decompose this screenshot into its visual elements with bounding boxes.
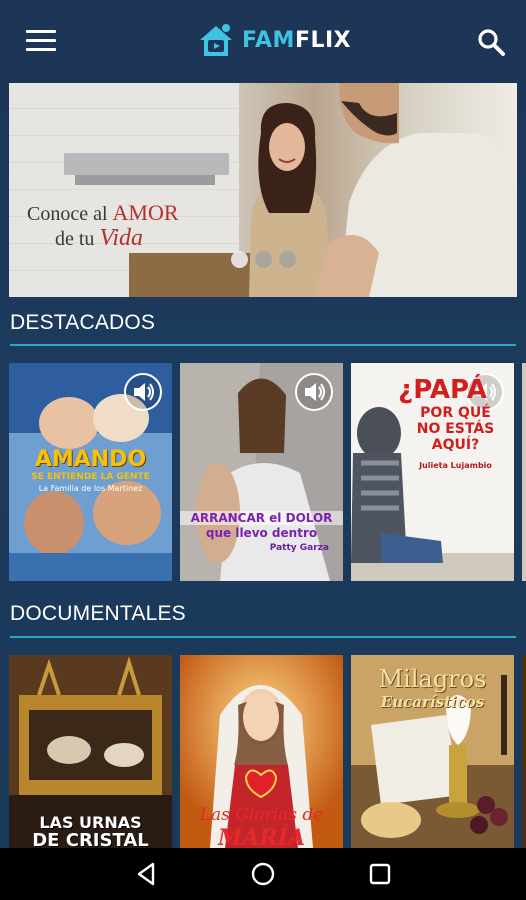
next-card-peek bbox=[522, 655, 526, 848]
section-divider bbox=[10, 344, 516, 346]
poster-title-line2: SE ENTIENDE LA GENTE bbox=[31, 472, 150, 482]
section-divider bbox=[10, 636, 516, 638]
poster-title: ¿PAPÁ bbox=[398, 375, 487, 405]
carousel-dot[interactable] bbox=[231, 251, 248, 268]
poster-title-line2: que llevo dentro bbox=[205, 526, 318, 540]
app-logo: FAMFLIX bbox=[196, 20, 351, 60]
carousel-pager bbox=[231, 251, 296, 268]
destacados-row[interactable]: AMANDO SE ENTIENDE LA GENTE La Familia d… bbox=[9, 363, 526, 581]
destacados-card-papa[interactable]: ¿PAPÁ POR QUÉ NO ESTÁS AQUÍ? Julieta Luj… bbox=[351, 363, 514, 581]
poster-subtitle: Patty Garza bbox=[269, 543, 329, 553]
top-app-bar: FAMFLIX bbox=[0, 0, 526, 80]
search-icon[interactable] bbox=[476, 27, 506, 57]
poster-title-line2: MARÍA bbox=[217, 825, 306, 848]
poster-title-line2: Eucarísticos bbox=[380, 693, 485, 711]
section-title-destacados: DESTACADOS bbox=[10, 311, 156, 334]
poster-title-line4: AQUÍ? bbox=[431, 437, 480, 453]
documentales-card-urnas[interactable]: LAS URNAS DE CRISTAL bbox=[9, 655, 172, 848]
kitchen-hood bbox=[64, 153, 229, 175]
brand-suffix: FLIX bbox=[294, 27, 352, 53]
sound-icon[interactable] bbox=[295, 373, 333, 411]
poster-title-line3: NO ESTÁS bbox=[416, 421, 495, 437]
hero-banner[interactable]: Conoce al AMOR de tu Vida bbox=[9, 83, 517, 297]
documentales-row[interactable]: LAS URNAS DE CRISTAL Las Glorias de MARÍ… bbox=[9, 655, 526, 848]
brand-prefix: FAM bbox=[242, 27, 295, 53]
documentales-card-glorias[interactable]: Las Glorias de MARÍA bbox=[180, 655, 343, 848]
back-triangle-icon[interactable] bbox=[133, 860, 161, 888]
hero-man-figure bbox=[314, 83, 517, 297]
kitchen-hood-lower bbox=[75, 175, 215, 185]
poster-title: Milagros bbox=[378, 665, 487, 693]
poster-subtitle: La Familia de los Martinez bbox=[38, 484, 143, 493]
poster-title: Las Glorias de bbox=[199, 805, 324, 825]
next-card-peek bbox=[522, 363, 526, 581]
poster-title-line2: DE CRISTAL bbox=[32, 830, 149, 848]
destacados-card-amando[interactable]: AMANDO SE ENTIENDE LA GENTE La Familia d… bbox=[9, 363, 172, 581]
documentales-card-milagros[interactable]: Milagros Eucarísticos bbox=[351, 655, 514, 848]
poster-title: AMANDO bbox=[34, 447, 147, 472]
recents-square-icon[interactable] bbox=[366, 860, 394, 888]
sound-icon[interactable] bbox=[124, 373, 162, 411]
house-play-icon bbox=[196, 20, 236, 60]
poster-title-line2: POR QUÉ bbox=[420, 405, 491, 421]
brand-name: FAMFLIX bbox=[242, 28, 351, 53]
hero-title-accent1: AMOR bbox=[112, 200, 179, 225]
hero-title-line1: Conoce al bbox=[27, 203, 113, 225]
poster-subtitle: Julieta Lujambio bbox=[419, 461, 492, 470]
destacados-card-arrancar[interactable]: ARRANCAR el DOLOR que llevo dentro Patty… bbox=[180, 363, 343, 581]
hero-title: Conoce al AMOR de tu Vida bbox=[27, 201, 179, 251]
carousel-dot[interactable] bbox=[255, 251, 272, 268]
section-title-documentales: DOCUMENTALES bbox=[10, 602, 186, 625]
hero-title-line2: de tu bbox=[55, 228, 100, 250]
hero-title-accent2: Vida bbox=[99, 225, 143, 251]
home-circle-icon[interactable] bbox=[249, 860, 277, 888]
system-navigation-bar bbox=[0, 848, 526, 900]
poster-title: ARRANCAR el DOLOR bbox=[180, 511, 343, 525]
menu-icon[interactable] bbox=[26, 30, 56, 52]
carousel-dot[interactable] bbox=[279, 251, 296, 268]
